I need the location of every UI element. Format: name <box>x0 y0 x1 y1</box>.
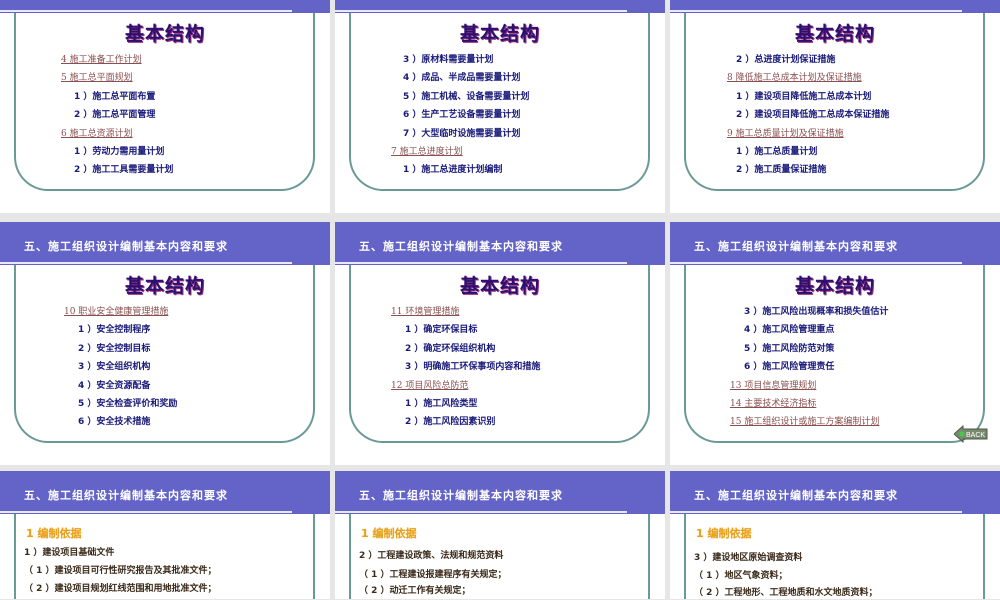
slide-header-title: 五、施工组织设计编制基本内容和要求 <box>359 0 563 1</box>
outline-subitem: 4 ）施工风险管理重点 <box>744 325 835 336</box>
outline-link[interactable]: 9 施工总质量计划及保证措施 <box>727 125 889 143</box>
outline-subitem: 6 ）生产工艺设备需要量计划 <box>403 110 521 121</box>
slide-header-title: 五、施工组织设计编制基本内容和要求 <box>24 0 228 1</box>
outline-subitem: 1 ）确定环保目标 <box>405 325 478 336</box>
slide-thumbnail-1[interactable]: 五、施工组织设计编制基本内容和要求 基本结构 4 施工准备工作计划5 施工总平面规… <box>0 0 330 213</box>
body-text: （ 2 ）动迁工作有关规定； <box>359 586 471 596</box>
outline-subitem: 2 ）施工质量保证措施 <box>736 165 827 176</box>
outline-subitem: 2 ）总进度计划保证措施 <box>736 55 836 65</box>
slide-header-title: 五、施工组织设计编制基本内容和要求 <box>694 489 898 502</box>
slide-header-title: 五、施工组织设计编制基本内容和要求 <box>359 240 563 253</box>
outline-link[interactable]: 15 施工组织设计或施工方案编制计划 <box>730 413 888 431</box>
outline-link[interactable]: 7 施工总进度计划 <box>391 143 529 161</box>
section-heading: 1 编制依据 <box>696 527 752 540</box>
slide-thumbnail-5[interactable]: 五、施工组织设计编制基本内容和要求 基本结构 11 环境管理措施 1 ）确定环保目标… <box>335 222 665 465</box>
body-text: 1 ）建设项目基础文件 <box>24 548 115 558</box>
slide-header-title: 五、施工组织设计编制基本内容和要求 <box>24 489 228 502</box>
outline-link[interactable]: 14 主要技术经济指标 <box>730 395 888 413</box>
outline-link[interactable]: 10 职业安全健康管理措施 <box>64 303 177 321</box>
outline-subitem: 1 ）劳动力需用量计划 <box>74 146 165 157</box>
outline-subitem: 3 ）安全组织机构 <box>78 362 151 373</box>
outline-subitem: 2 ）确定环保组织机构 <box>405 343 496 354</box>
body-text: （ 2 ）建设项目规划红线范围和用地批准文件； <box>24 584 217 594</box>
outline-link[interactable]: 6 施工总资源计划 <box>61 125 173 143</box>
header-divider <box>335 10 627 12</box>
header-divider <box>335 262 627 264</box>
body-text: 2 ）工程建设政策、法规和规范资料 <box>359 551 504 561</box>
header-divider <box>0 511 292 513</box>
outline-subitem: 3 ）明确施工环保事项内容和措施 <box>405 362 541 373</box>
outline-subitem: 1 ）建设项目降低施工总成本计划 <box>736 91 872 102</box>
slide-header-title: 五、施工组织设计编制基本内容和要求 <box>694 240 898 253</box>
outline-subitem: 1 ）安全控制程序 <box>78 325 151 336</box>
outline-list: 3 ）原材料需要量计划 4 ）成品、半成品需要量计划 5 ）施工机械、设备需要量计划… <box>335 51 529 180</box>
slide-thumbnail-3[interactable]: 五、施工组织设计编制基本内容和要求 基本结构 2 ）总进度计划保证措施 8 降低施工… <box>670 0 1000 213</box>
outline-subitem: 2 ）施工总平面管理 <box>74 110 156 121</box>
outline-subitem: 2 ）建设项目降低施工总成本保证措施 <box>736 110 890 121</box>
slide-header-title: 五、施工组织设计编制基本内容和要求 <box>359 489 563 502</box>
slide-title: 基本结构 <box>794 23 875 45</box>
slide-thumbnail-7[interactable]: 五、施工组织设计编制基本内容和要求 1 编制依据 1 ）建设项目基础文件 （ 1 ）… <box>0 471 330 599</box>
header-divider <box>670 262 962 264</box>
outline-subitem: 6 ）施工风险管理责任 <box>744 362 835 373</box>
outline-subitem: 2 ）施工工具需要量计划 <box>74 165 174 176</box>
slide-thumbnail-2[interactable]: 五、施工组织设计编制基本内容和要求 基本结构 3 ）原材料需要量计划 4 ）成品、半… <box>335 0 665 213</box>
slide-title: 基本结构 <box>794 275 875 297</box>
slide-thumbnail-6[interactable]: 五、施工组织设计编制基本内容和要求 基本结构 3 ）施工风险出现概率和损失值估计 4… <box>670 222 1000 465</box>
outline-subitem: 5 ）安全检查评价和奖励 <box>78 398 178 409</box>
back-label: BACK <box>966 432 985 439</box>
outline-link[interactable]: 13 项目信息管理规划 <box>730 377 888 395</box>
slide-header-title: 五、施工组织设计编制基本内容和要求 <box>24 240 228 253</box>
body-text: （ 1 ）工程建设报建程序有关规定； <box>359 570 507 580</box>
outline-subitem: 5 ）施工风险防范对策 <box>744 343 835 354</box>
outline-subitem: 3 ）施工风险出现概率和损失值估计 <box>744 307 889 317</box>
outline-subitem: 1 ）施工总进度计划编制 <box>403 165 503 176</box>
outline-subitem: 7 ）大型临时设施需要量计划 <box>403 128 521 139</box>
header-divider <box>0 10 292 12</box>
body-text: （ 1 ）地区气象资料； <box>694 571 788 581</box>
outline-subitem: 4 ）成品、半成品需要量计划 <box>403 73 521 84</box>
header-divider <box>670 511 962 513</box>
outline-link[interactable]: 8 降低施工总成本计划及保证措施 <box>727 69 889 87</box>
outline-list: 2 ）总进度计划保证措施 8 降低施工总成本计划及保证措施 1 ）建设项目降低施工总… <box>670 51 889 180</box>
back-button[interactable]: BACK <box>953 424 988 444</box>
header-divider <box>335 511 627 513</box>
outline-subitem: 3 ）原材料需要量计划 <box>403 55 494 65</box>
body-text: 3 ）建设地区原始调查资料 <box>694 553 803 563</box>
slide-title: 基本结构 <box>459 275 540 297</box>
outline-subitem: 2 ）施工风险因素识别 <box>405 417 496 428</box>
outline-list: 3 ）施工风险出现概率和损失值估计 4 ）施工风险管理重点 5 ）施工风险防范对策 6… <box>670 303 888 432</box>
body-text: （ 1 ）建设项目可行性研究报告及其批准文件； <box>24 566 217 576</box>
slide-header-title: 五、施工组织设计编制基本内容和要求 <box>694 0 898 1</box>
outline-subitem: 4 ）安全资源配备 <box>78 380 151 391</box>
outline-list: 11 环境管理措施 1 ）确定环保目标 2 ）确定环保组织机构 3 ）明确施工环保事项… <box>335 303 540 432</box>
outline-subitem: 6 ）安全技术措施 <box>78 417 151 428</box>
outline-subitem: 2 ）安全控制目标 <box>78 343 151 354</box>
outline-subitem: 1 ）施工风险类型 <box>405 398 478 409</box>
slide-thumbnail-4[interactable]: 五、施工组织设计编制基本内容和要求 基本结构 10 职业安全健康管理措施 1 ）安全… <box>0 222 330 465</box>
outline-subitem: 1 ）施工总质量计划 <box>736 146 818 157</box>
slide-title: 基本结构 <box>124 275 205 297</box>
header-divider <box>670 10 962 12</box>
section-heading: 1 编制依据 <box>361 527 417 540</box>
outline-subitem: 5 ）施工机械、设备需要量计划 <box>403 91 530 102</box>
outline-link[interactable]: 11 环境管理措施 <box>391 303 540 321</box>
outline-list: 10 职业安全健康管理措施 1 ）安全控制程序 2 ）安全控制目标 3 ）安全组织机构… <box>0 303 177 432</box>
outline-subitem: 1 ）施工总平面布置 <box>74 91 156 102</box>
outline-link[interactable]: 4 施工准备工作计划 <box>61 51 173 69</box>
slide-thumbnail-8[interactable]: 五、施工组织设计编制基本内容和要求 1 编制依据 2 ）工程建设政策、法规和规范资… <box>335 471 665 599</box>
slide-title: 基本结构 <box>459 23 540 45</box>
back-arrow-icon: BACK <box>953 424 988 444</box>
section-heading: 1 编制依据 <box>26 527 82 540</box>
outline-link[interactable]: 5 施工总平面规划 <box>61 69 173 87</box>
header-divider <box>0 262 292 264</box>
outline-link[interactable]: 12 项目风险总防范 <box>391 377 540 395</box>
slide-thumbnail-9[interactable]: 五、施工组织设计编制基本内容和要求 1 编制依据 3 ）建设地区原始调查资料 （ 1… <box>670 471 1000 599</box>
slide-title: 基本结构 <box>124 23 205 45</box>
body-text: （ 2 ）工程地形、工程地质和水文地质资料； <box>694 588 878 598</box>
outline-list: 4 施工准备工作计划 5 施工总平面规划 1 ）施工总平面布置 2 ）施工总平面管理 6… <box>0 51 173 180</box>
